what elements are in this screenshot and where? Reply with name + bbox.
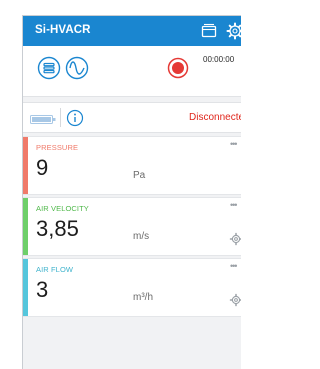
measurement-unit: m/s xyxy=(133,231,150,242)
card-color-stripe xyxy=(23,198,28,255)
toolbar xyxy=(23,46,241,97)
status-divider xyxy=(60,108,61,127)
measurement-value: 9 xyxy=(36,155,49,180)
status-bar: Disconnected xyxy=(23,102,241,133)
measurement-label: AIR VELOCITY xyxy=(36,204,89,213)
waveform-icon[interactable] xyxy=(65,56,89,85)
battery-icon xyxy=(30,112,56,130)
connection-status: Disconnected xyxy=(189,112,241,123)
measurement-label: PRESSURE xyxy=(36,143,79,152)
measurement-value: 3 xyxy=(36,277,49,302)
measurement-card-pressure[interactable]: PRESSURE 9 Pa ••• xyxy=(23,136,241,195)
gear-icon[interactable] xyxy=(225,21,241,46)
card-color-stripe xyxy=(23,137,28,194)
record-icon[interactable] xyxy=(167,57,189,84)
card-menu-icon[interactable]: ••• xyxy=(230,261,238,271)
list-icon[interactable] xyxy=(37,56,61,85)
measurement-label: AIR FLOW xyxy=(36,265,74,274)
info-icon[interactable] xyxy=(66,109,84,132)
gear-icon[interactable] xyxy=(229,293,241,312)
measurement-card-air-flow[interactable]: AIR FLOW 3 m³/h ••• xyxy=(23,258,241,317)
gear-icon[interactable] xyxy=(229,232,241,251)
measurement-value: 3,85 xyxy=(36,216,79,241)
card-color-stripe xyxy=(23,259,28,316)
record-timer: 00:00:00 xyxy=(203,55,235,64)
measurement-unit: m³/h xyxy=(133,292,153,303)
measurement-unit: Pa xyxy=(133,170,146,181)
app-window: Si-HVACR 00:00:00 Disconnect PRESSURE 9 … xyxy=(22,15,241,369)
window-icon[interactable] xyxy=(199,21,219,46)
app-header: Si-HVACR xyxy=(23,16,241,46)
app-title: Si-HVACR xyxy=(35,24,91,36)
card-menu-icon[interactable]: ••• xyxy=(230,200,238,210)
measurement-card-air-velocity[interactable]: AIR VELOCITY 3,85 m/s ••• xyxy=(23,197,241,256)
card-menu-icon[interactable]: ••• xyxy=(230,139,238,149)
